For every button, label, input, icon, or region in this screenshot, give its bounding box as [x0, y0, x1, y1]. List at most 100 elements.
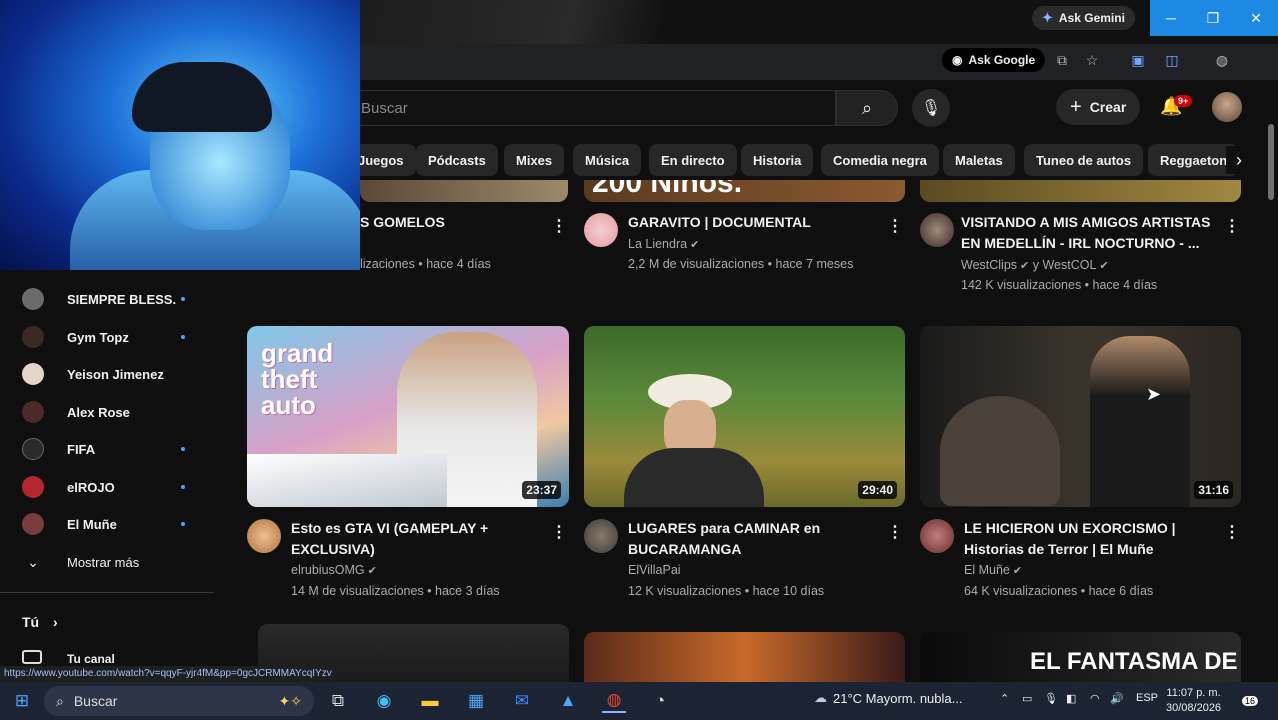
sidebar-subscription[interactable]: Yeison Jimenez: [22, 359, 202, 389]
ask-gemini-button[interactable]: ✦ Ask Gemini: [1032, 6, 1135, 30]
sidebar-subscription[interactable]: FIFA: [22, 434, 202, 464]
store-icon[interactable]: ▦: [464, 689, 488, 713]
you-label: Tú: [22, 614, 40, 630]
browser-tab[interactable]: [360, 0, 660, 44]
scrollbar[interactable]: [1266, 120, 1278, 680]
profile-icon[interactable]: ◍: [1212, 50, 1232, 70]
task-view-icon[interactable]: ⧉: [326, 689, 350, 713]
file-explorer-icon[interactable]: ▬: [418, 689, 442, 713]
video-thumbnail[interactable]: 31:16: [920, 326, 1241, 507]
sidebar-subscription[interactable]: SIEMPRE BLESS...: [22, 284, 202, 314]
chrome-icon[interactable]: ◍: [602, 689, 626, 713]
tray-app-icon[interactable]: ▭: [1022, 692, 1032, 705]
video-thumbnail[interactable]: [920, 180, 1241, 202]
sidebar-subscription[interactable]: El Muñe: [22, 509, 202, 539]
tray-app-icon[interactable]: ◧: [1066, 692, 1076, 705]
chip[interactable]: Maletas: [943, 144, 1015, 176]
chip[interactable]: En directo: [649, 144, 737, 176]
video-title[interactable]: LUGARES para CAMINAR en BUCARAMANGA: [628, 518, 878, 560]
more-options-icon[interactable]: ⋮: [1224, 523, 1240, 543]
create-button[interactable]: + Crear: [1056, 89, 1141, 125]
verified-icon: ✔: [1012, 565, 1023, 577]
video-title[interactable]: GARAVITO | DOCUMENTAL: [628, 212, 878, 233]
close-button[interactable]: ✕: [1234, 0, 1278, 36]
channel-name-text: WestClips: [961, 258, 1018, 272]
more-options-icon[interactable]: ⋮: [551, 523, 567, 543]
video-thumbnail[interactable]: [360, 180, 568, 202]
show-more-button[interactable]: ⌄ Mostrar más: [22, 547, 202, 577]
ask-google-button[interactable]: ◉ Ask Google: [942, 48, 1046, 72]
install-icon[interactable]: ⧉: [1052, 50, 1072, 70]
video-title[interactable]: LE HICIERON UN EXORCISMO | Historias de …: [964, 518, 1214, 560]
taskbar-search[interactable]: ⌕ Buscar ✦✧: [44, 686, 314, 716]
video-title[interactable]: S GOMELOS: [360, 212, 540, 233]
chip[interactable]: Comedia negra: [821, 144, 939, 176]
scrollbar-thumb[interactable]: [1268, 124, 1274, 200]
thumbnail-figure: [940, 396, 1060, 506]
sidebar-subscription[interactable]: elROJO: [22, 472, 202, 502]
edge-icon[interactable]: ◉: [372, 689, 396, 713]
search-button[interactable]: ⌕: [836, 90, 898, 126]
search-input[interactable]: Buscar: [346, 90, 836, 126]
chip[interactable]: Historia: [741, 144, 814, 176]
channel-name[interactable]: ElVillaPai: [628, 563, 681, 577]
channel-avatar[interactable]: [920, 519, 954, 553]
more-options-icon[interactable]: ⋮: [1224, 217, 1240, 237]
more-options-icon[interactable]: ⋮: [887, 217, 903, 237]
bookmark-star-icon[interactable]: ☆: [1082, 50, 1102, 70]
account-avatar[interactable]: [1212, 92, 1242, 122]
chips-next-chevron-icon[interactable]: ›: [1226, 146, 1252, 174]
tray-chevron-icon[interactable]: ⌃: [1000, 692, 1009, 705]
channel-name[interactable]: El Muñe ✔: [964, 563, 1022, 577]
subscription-label: Gym Topz: [67, 329, 129, 345]
outlook-icon[interactable]: ✉: [510, 689, 534, 713]
wifi-icon[interactable]: ◠: [1090, 692, 1100, 705]
volume-icon[interactable]: 🔊: [1110, 692, 1124, 705]
video-title[interactable]: Esto es GTA VI (GAMEPLAY + EXCLUSIVA): [291, 518, 541, 560]
extensions-icon[interactable]: ◫: [1162, 50, 1182, 70]
thumbnail-text: EL FANTASMA DE: [1030, 648, 1238, 675]
language-indicator[interactable]: ESP: [1136, 692, 1158, 704]
video-thumbnail[interactable]: [584, 632, 905, 682]
chip[interactable]: Tuneo de autos: [1024, 144, 1144, 176]
sidebar-subscription[interactable]: Gym Topz: [22, 322, 202, 352]
channel-avatar[interactable]: [584, 519, 618, 553]
show-more-label: Mostrar más: [67, 554, 140, 570]
video-title[interactable]: VISITANDO A MIS AMIGOS ARTISTAS EN MEDEL…: [961, 212, 1223, 254]
video-thumbnail[interactable]: grand theft auto 23:37: [247, 326, 569, 507]
video-thumbnail[interactable]: 29:40: [584, 326, 905, 507]
maximize-button[interactable]: ❐: [1192, 0, 1234, 36]
chip[interactable]: Música: [573, 144, 642, 176]
search-icon: ⌕: [861, 97, 873, 118]
voice-search-button[interactable]: 🎙: [912, 89, 950, 127]
app-icon[interactable]: ◔: [648, 689, 672, 713]
notification-center-icon[interactable]: 16: [1238, 689, 1262, 713]
sidebar: SIEMPRE BLESS... Gym Topz Yeison Jimenez…: [0, 270, 216, 660]
clock[interactable]: 11:07 p. m. 30/08/2026: [1166, 686, 1221, 716]
you-section-header[interactable]: Tú ›: [22, 614, 58, 630]
channel-name[interactable]: WestClips ✔ y WestCOL ✔: [961, 258, 1109, 272]
minimize-button[interactable]: ─: [1150, 0, 1192, 36]
more-options-icon[interactable]: ⋮: [887, 523, 903, 543]
video-thumbnail[interactable]: 200 Niños.: [584, 180, 905, 202]
channel-avatar[interactable]: [247, 519, 281, 553]
chip[interactable]: Mixes: [504, 144, 565, 176]
channel-name[interactable]: La Liendra ✔: [628, 237, 699, 251]
translate-icon[interactable]: ▣: [1128, 50, 1148, 70]
subscription-label: FIFA: [67, 441, 96, 457]
channel-name[interactable]: elrubiusOMG ✔: [291, 563, 377, 577]
video-thumbnail[interactable]: EL FANTASMA DE: [920, 632, 1241, 682]
microphone-icon[interactable]: 🎙: [1044, 692, 1058, 705]
channel-avatar: [22, 513, 44, 535]
channel-name-text: El Muñe: [964, 563, 1010, 577]
sidebar-subscription[interactable]: Alex Rose: [22, 397, 202, 427]
channel-avatar[interactable]: [584, 213, 618, 247]
ask-google-label: Ask Google: [968, 53, 1036, 67]
more-options-icon[interactable]: ⋮: [551, 217, 567, 237]
weather-widget[interactable]: ☁ 21°C Mayorm. nubla...: [814, 690, 962, 706]
chip[interactable]: Pódcasts: [416, 144, 498, 176]
channel-avatar[interactable]: [920, 213, 954, 247]
your-channel-label[interactable]: Tu canal: [67, 652, 115, 666]
windows-start-icon[interactable]: ⊞: [10, 689, 34, 713]
app-icon[interactable]: ▲: [556, 689, 580, 713]
